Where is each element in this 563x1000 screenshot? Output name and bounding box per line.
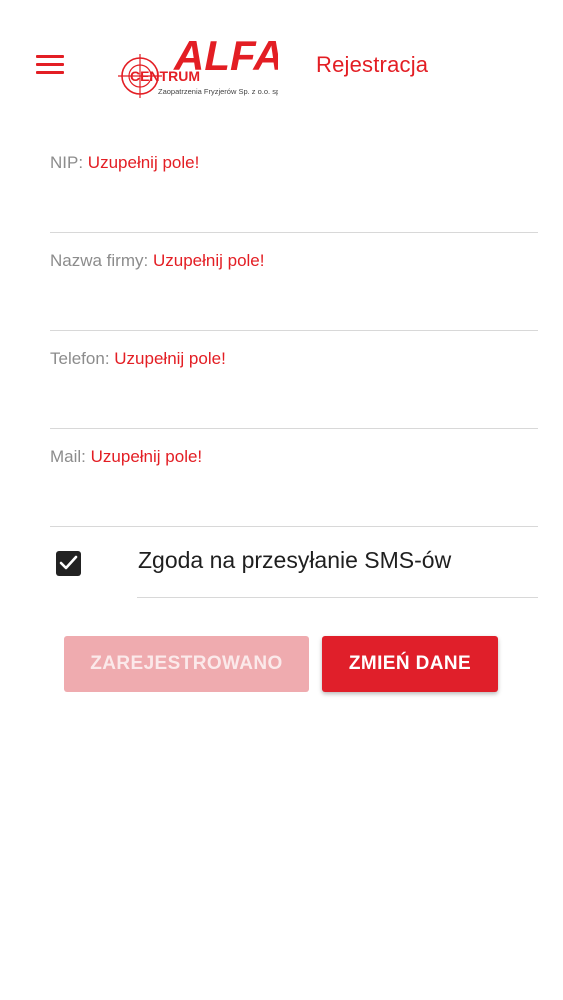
nip-label: NIP: Uzupełnij pole! (50, 152, 199, 174)
hamburger-menu-icon[interactable] (34, 52, 66, 78)
phone-label-text: Telefon: (50, 349, 110, 368)
consent-divider (137, 597, 538, 598)
nip-label-text: NIP: (50, 153, 84, 172)
app-header: ALFA CENTRUM Zaopatrzenia Fryzjerów Sp. … (0, 0, 563, 120)
email-label-text: Mail: (50, 447, 86, 466)
change-data-button[interactable]: ZMIEŃ DANE (322, 636, 498, 692)
company-name-label: Nazwa firmy: Uzupełnij pole! (50, 250, 264, 272)
nip-input[interactable] (50, 186, 538, 226)
email-input[interactable] (50, 480, 538, 520)
sms-consent-label: Zgoda na przesyłanie SMS-ów (138, 547, 452, 573)
company-name-input[interactable] (50, 284, 538, 324)
nip-error-text: Uzupełnij pole! (87, 153, 200, 172)
sms-consent-checkbox[interactable] (56, 551, 81, 576)
svg-text:Zaopatrzenia Fryzjerów Sp. z o: Zaopatrzenia Fryzjerów Sp. z o.o. sp.k. (158, 87, 278, 96)
phone-label: Telefon: Uzupełnij pole! (50, 348, 226, 370)
company-logo: ALFA CENTRUM Zaopatrzenia Fryzjerów Sp. … (118, 28, 288, 100)
phone-error-text: Uzupełnij pole! (114, 349, 226, 368)
email-field[interactable]: Mail: Uzupełnij pole! (50, 446, 538, 527)
company-name-label-text: Nazwa firmy: (50, 251, 149, 270)
page-title: Rejestracja (316, 52, 429, 77)
email-label: Mail: Uzupełnij pole! (50, 446, 202, 468)
registered-button[interactable]: ZAREJESTROWANO (64, 636, 309, 692)
company-name-error-text: Uzupełnij pole! (152, 251, 265, 270)
checkmark-icon (59, 555, 78, 570)
company-name-field[interactable]: Nazwa firmy: Uzupełnij pole! (50, 250, 538, 331)
email-error-text: Uzupełnij pole! (90, 447, 203, 466)
phone-input[interactable] (50, 382, 538, 422)
nip-field[interactable]: NIP: Uzupełnij pole! (50, 152, 538, 233)
svg-text:CENTRUM: CENTRUM (130, 68, 200, 84)
phone-field[interactable]: Telefon: Uzupełnij pole! (50, 348, 538, 429)
